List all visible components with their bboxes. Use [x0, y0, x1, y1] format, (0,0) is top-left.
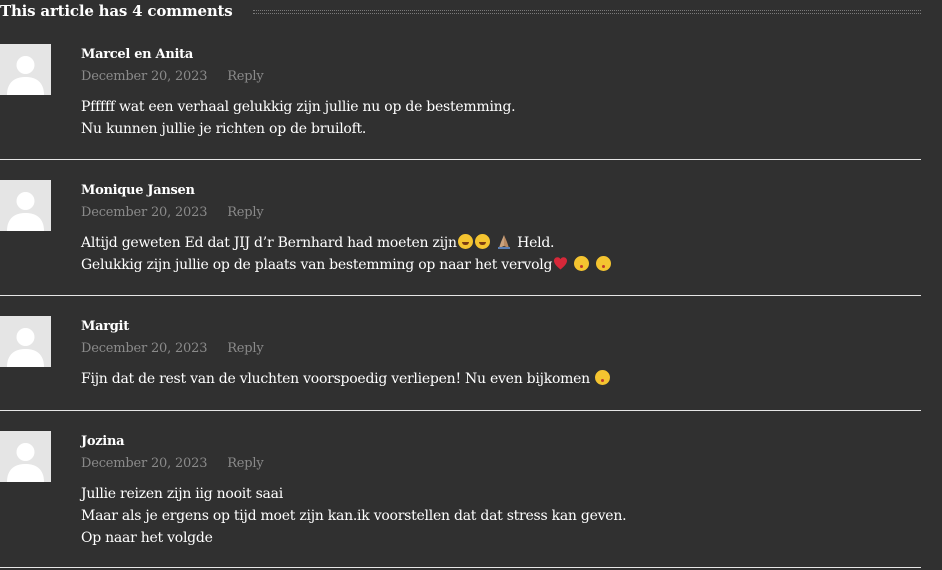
folded-hands-emoji-icon [496, 234, 512, 249]
rolling-laughing-emoji-icon [457, 234, 473, 249]
comment-line: Nu kunnen jullie je richten op de bruilo… [81, 121, 367, 137]
comment-line-wrap: Gelukkig zijn jullie op de plaats van be… [81, 254, 612, 276]
comment-divider [0, 567, 921, 568]
comment-author[interactable]: Jozina [81, 434, 125, 449]
comment-line: Held. [517, 235, 555, 251]
face-blowing-kiss-emoji-icon [595, 370, 611, 385]
comment-author[interactable]: Marcel en Anita [81, 47, 193, 62]
face-blowing-kiss-emoji-icon [595, 256, 611, 271]
comment: Monique Jansen December 20, 2023 Reply A… [0, 180, 921, 280]
reply-link[interactable]: Reply [227, 205, 264, 220]
comment-divider [0, 410, 921, 411]
comment-line: Jullie reizen zijn iig nooit saai [81, 486, 283, 502]
comment-date[interactable]: December 20, 2023 [81, 341, 207, 356]
comment-line-wrap: Fijn dat de rest van de vluchten voorspo… [81, 368, 611, 390]
comment-line: Op naar het volgde [81, 530, 213, 546]
comment-author[interactable]: Margit [81, 319, 129, 334]
comment-line-wrap: Altijd geweten Ed dat JIJ d’r Bernhard h… [81, 232, 612, 254]
comment-body: Fijn dat de rest van de vluchten voorspo… [81, 368, 611, 390]
comment-line: Pfffff wat een verhaal gelukkig zijn jul… [81, 99, 516, 115]
comment-line: Gelukkig zijn jullie op de plaats van be… [81, 257, 553, 273]
comment-body: Pfffff wat een verhaal gelukkig zijn jul… [81, 96, 516, 140]
comment-meta: December 20, 2023 Reply [81, 205, 264, 220]
comments-header: This article has 4 comments [0, 0, 921, 22]
comments-heading: This article has 4 comments [0, 2, 233, 20]
reply-link[interactable]: Reply [227, 341, 264, 356]
comment-date[interactable]: December 20, 2023 [81, 456, 207, 471]
comment-divider [0, 159, 921, 160]
comments-section: This article has 4 comments Marcel en An… [0, 0, 942, 570]
comment-date[interactable]: December 20, 2023 [81, 205, 207, 220]
comment-line: Maar als je ergens op tijd moet zijn kan… [81, 508, 627, 524]
comment: Margit December 20, 2023 Reply Fijn dat … [0, 316, 921, 396]
comment: Marcel en Anita December 20, 2023 Reply … [0, 44, 921, 144]
comment-date[interactable]: December 20, 2023 [81, 69, 207, 84]
avatar-icon [0, 180, 51, 231]
face-blowing-kiss-emoji-icon [574, 256, 590, 271]
red-heart-emoji-icon [553, 256, 568, 271]
heading-rule [252, 9, 921, 14]
avatar-icon [0, 316, 51, 367]
reply-link[interactable]: Reply [227, 456, 264, 471]
comment-meta: December 20, 2023 Reply [81, 456, 264, 471]
comment: Jozina December 20, 2023 Reply Jullie re… [0, 431, 921, 551]
comment-line: Fijn dat de rest van de vluchten voorspo… [81, 371, 590, 387]
rolling-laughing-emoji-icon [474, 234, 490, 249]
comment-meta: December 20, 2023 Reply [81, 341, 264, 356]
comment-author[interactable]: Monique Jansen [81, 183, 195, 198]
reply-link[interactable]: Reply [227, 69, 264, 84]
comment-divider [0, 295, 921, 296]
avatar-icon [0, 431, 51, 482]
avatar-icon [0, 44, 51, 95]
comment-body: Jullie reizen zijn iig nooit saai Maar a… [81, 483, 627, 549]
comment-meta: December 20, 2023 Reply [81, 69, 264, 84]
comment-body: Altijd geweten Ed dat JIJ d’r Bernhard h… [81, 232, 612, 276]
comment-line: Altijd geweten Ed dat JIJ d’r Bernhard h… [81, 235, 457, 251]
